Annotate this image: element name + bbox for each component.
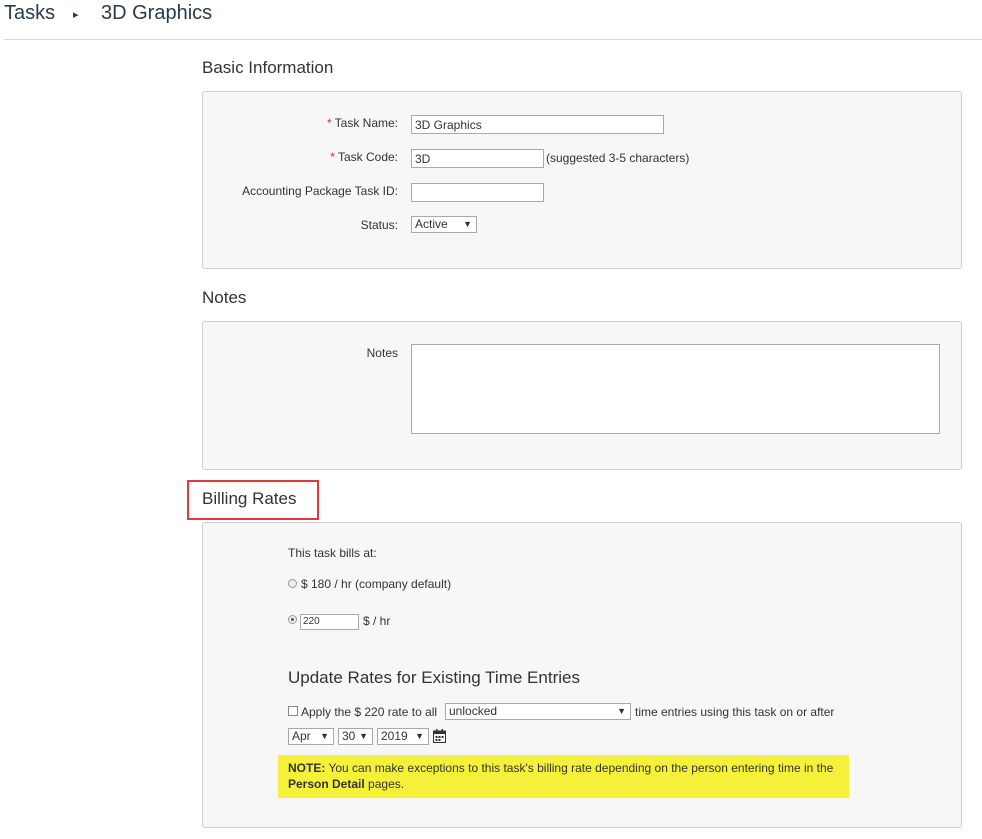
status-select-value: Active [415, 217, 448, 231]
task-name-label: * Task Name: [326, 116, 398, 130]
apply-rate-after-text: time entries using this task on or after [635, 705, 835, 719]
note-prefix: NOTE: [288, 761, 326, 775]
status-select[interactable]: Active ▼ [411, 216, 477, 233]
chevron-down-icon: ▼ [463, 219, 472, 229]
month-value: Apr [292, 729, 311, 743]
chevron-down-icon: ▼ [617, 706, 626, 716]
entries-type-value: unlocked [449, 704, 498, 718]
custom-rate-input[interactable]: 220 [300, 614, 359, 630]
day-value: 30 [342, 729, 356, 743]
apply-rate-label: Apply the $ 220 rate to all [301, 705, 438, 719]
required-marker: * [326, 116, 332, 130]
basic-info-heading: Basic Information [202, 58, 334, 77]
person-detail-link[interactable]: Person Detail [288, 777, 365, 791]
month-select[interactable]: Apr ▼ [288, 728, 334, 745]
breadcrumb-tasks[interactable]: Tasks [4, 2, 55, 25]
header-divider [4, 39, 982, 40]
default-rate-label: $ 180 / hr (company default) [301, 577, 452, 591]
task-code-input[interactable]: 3D [411, 149, 544, 168]
year-select[interactable]: 2019 ▼ [377, 728, 429, 745]
default-rate-radio[interactable] [288, 579, 297, 588]
apply-rate-checkbox[interactable] [288, 706, 298, 716]
page-title: 3D Graphics [101, 2, 213, 24]
note-text: You can make exceptions to this task's b… [328, 761, 834, 775]
accounting-id-label: Accounting Package Task ID: [242, 184, 398, 198]
task-code-label: * Task Code: [330, 150, 398, 164]
bills-at-label: This task bills at: [288, 546, 377, 560]
note-suffix: pages. [368, 777, 405, 791]
notes-label: Notes [366, 346, 398, 360]
chevron-down-icon: ▼ [415, 731, 424, 741]
custom-rate-unit: $ / hr [363, 614, 391, 628]
required-marker: * [330, 150, 335, 164]
day-select[interactable]: 30 ▼ [338, 728, 373, 745]
billing-note: NOTE: You can make exceptions to this ta… [278, 755, 849, 798]
custom-rate-radio[interactable] [288, 615, 297, 624]
update-rates-heading: Update Rates for Existing Time Entries [288, 668, 580, 687]
year-value: 2019 [381, 729, 408, 743]
chevron-down-icon: ▼ [359, 731, 368, 741]
task-name-input[interactable]: 3D Graphics [411, 115, 664, 134]
billing-rates-highlight [187, 480, 319, 520]
breadcrumb-separator-icon: ▸ [73, 9, 79, 21]
entries-type-select[interactable]: unlocked ▼ [445, 703, 631, 720]
notes-heading: Notes [202, 288, 247, 307]
chevron-down-icon: ▼ [320, 731, 329, 741]
task-code-hint: (suggested 3-5 characters) [546, 151, 690, 165]
status-label: Status: [360, 218, 398, 232]
accounting-id-input[interactable] [411, 183, 544, 202]
calendar-icon[interactable] [433, 729, 446, 748]
notes-textarea[interactable] [411, 344, 940, 434]
